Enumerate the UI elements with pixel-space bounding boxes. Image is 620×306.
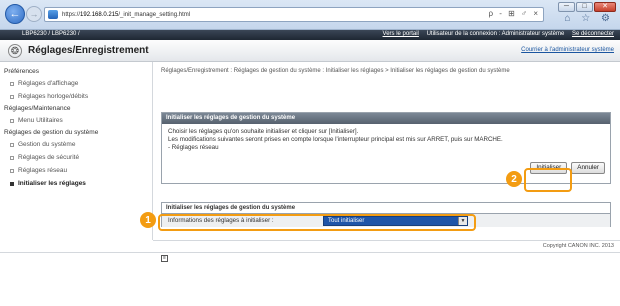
- settings-logo-icon: ❂: [8, 44, 22, 58]
- bullet-icon: [10, 168, 14, 173]
- browser-chrome: ← → https://192.168.0.215/_init_manage_s…: [0, 0, 620, 30]
- callout-badge-2: 2: [506, 171, 522, 187]
- page-title: Réglages/Enregistrement: [28, 45, 149, 56]
- callout-highlight-2: [524, 168, 572, 192]
- sidebar: Préférences Réglages d'affichage Réglage…: [0, 62, 153, 240]
- logout-link[interactable]: Se déconnecter: [572, 31, 614, 37]
- copyright: Copyright CANON INC. 2013: [542, 243, 614, 249]
- divider: [0, 252, 620, 253]
- footer: Copyright CANON INC. 2013: [153, 240, 620, 252]
- site-favicon-icon: [48, 10, 58, 19]
- sidebar-item-timer-settings[interactable]: Réglages horloge/débits: [0, 90, 152, 103]
- sidebar-item-security-settings[interactable]: Réglages de sécurité: [0, 151, 152, 164]
- panel-instructions: Choisir les réglages qu'on souhaite init…: [162, 124, 610, 156]
- bullet-icon: [10, 94, 14, 99]
- sidebar-item-network-settings[interactable]: Réglages réseau: [0, 164, 152, 177]
- panel-title: Initialiser les réglages de gestion du s…: [162, 203, 610, 214]
- maximize-button[interactable]: □: [576, 2, 593, 12]
- sidebar-group-preferences[interactable]: Préférences: [0, 66, 152, 77]
- minimize-button[interactable]: ─: [558, 2, 575, 12]
- callout-badge-1: 1: [140, 212, 156, 228]
- sidebar-item-initialize-settings[interactable]: Initialiser les réglages: [0, 177, 152, 190]
- window-controls: ─ □ ✕: [558, 2, 616, 12]
- sidebar-item-system-management[interactable]: Gestion du système: [0, 138, 152, 151]
- instruction-line: Les modifications suivantes seront prise…: [168, 136, 503, 143]
- top-bar: LBP6230 / LBP6230 / Vers le portail Util…: [0, 30, 620, 40]
- panel-title: Initialiser les réglages de gestion du s…: [162, 113, 610, 124]
- sidebar-group-system-management[interactable]: Réglages de gestion du système: [0, 127, 152, 138]
- cancel-button[interactable]: Annuler: [571, 162, 605, 174]
- address-toolbar-icons[interactable]: ρ - ⊞ ♂ ×: [489, 9, 540, 18]
- breadcrumb: Réglages/Enregistrement : Réglages de ge…: [161, 68, 510, 74]
- close-button[interactable]: ✕: [594, 2, 616, 12]
- mail-admin-link[interactable]: Courrier à l'administrateur système: [521, 47, 614, 53]
- bullet-icon: [10, 155, 14, 160]
- url-text: https://192.168.0.215/_init_manage_setti…: [62, 11, 191, 18]
- address-bar[interactable]: https://192.168.0.215/_init_manage_setti…: [44, 7, 544, 22]
- forward-arrow-icon[interactable]: →: [26, 6, 42, 22]
- page-list-icon[interactable]: ≡: [161, 255, 168, 262]
- callout-highlight-1: [158, 214, 476, 231]
- instruction-line: Choisir les réglages qu'on souhaite init…: [168, 128, 359, 135]
- bullet-icon: [10, 81, 14, 86]
- login-user-label: Utilisateur de la connexion : Administra…: [426, 31, 565, 37]
- instruction-line: - Réglages réseau: [168, 144, 219, 151]
- back-arrow-icon[interactable]: ←: [5, 4, 25, 24]
- portal-link[interactable]: Vers le portail: [383, 31, 419, 37]
- bullet-icon: [10, 181, 14, 186]
- printer-model: LBP6230 / LBP6230 /: [22, 31, 80, 37]
- bullet-icon: [10, 118, 14, 123]
- sidebar-item-utility-menu[interactable]: Menu Utilitaires: [0, 114, 152, 127]
- sidebar-item-display-settings[interactable]: Réglages d'affichage: [0, 77, 152, 90]
- bullet-icon: [10, 142, 14, 147]
- page-header: ❂ Réglages/Enregistrement Courrier à l'a…: [0, 40, 620, 62]
- sidebar-group-maintenance[interactable]: Réglages/Maintenance: [0, 103, 152, 114]
- browser-toolbar-icons[interactable]: ⌂ ☆ ⚙: [564, 13, 614, 24]
